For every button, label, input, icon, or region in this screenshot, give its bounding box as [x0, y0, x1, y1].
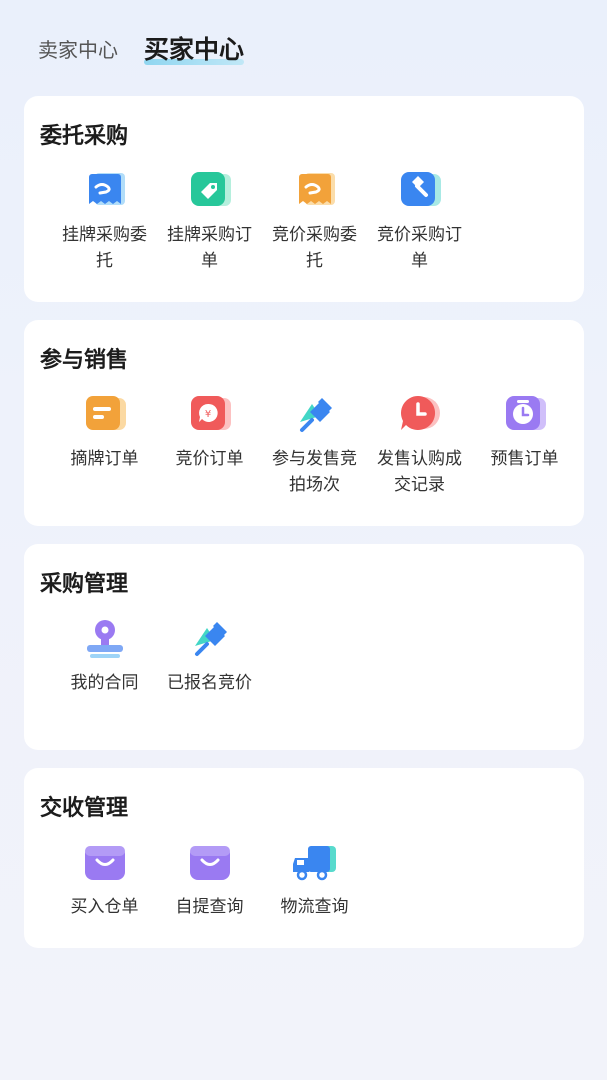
stamp-icon [82, 616, 128, 662]
menu-item-label: 挂牌采购委托 [62, 225, 147, 271]
yuan-chat-icon: ¥ [187, 392, 233, 438]
orange-ticket-icon [292, 168, 338, 214]
alarm-clock-icon [502, 392, 548, 438]
pushpin-icon [187, 616, 233, 662]
section-title: 委托采购 [40, 124, 129, 149]
menu-item-label: 挂牌采购订单 [167, 225, 252, 271]
menu-item-bidding-order[interactable]: ¥ 竞价订单 [157, 392, 262, 498]
menu-item-label: 已报名竞价 [167, 673, 252, 693]
menu-item-self-pickup-query[interactable]: 自提查询 [157, 840, 262, 920]
section-participate-sales: 参与销售 摘牌订单 ¥ 竞价订单 参与发售竞拍场次 发售认购成交记录 预售订单 [24, 320, 584, 526]
menu-item-label: 买入仓单 [70, 897, 139, 917]
clock-chat-icon [397, 392, 443, 438]
blue-ticket-icon [82, 168, 128, 214]
section-delivery-management: 交收管理 买入仓单 自提查询 物流查询 [24, 768, 584, 948]
menu-item-logistics-query[interactable]: 物流查询 [262, 840, 367, 920]
menu-item-bought-warehouse-receipts[interactable]: 买入仓单 [52, 840, 157, 920]
menu-item-label: 预售订单 [490, 449, 559, 469]
menu-item-registered-bidding[interactable]: 已报名竞价 [157, 616, 262, 696]
section-entrusted-purchase: 委托采购 挂牌采购委托 挂牌采购订单 竞价采购委托 竞价采购订单 [24, 96, 584, 302]
menu-item-label: 竞价采购委托 [272, 225, 357, 271]
menu-item-my-contracts[interactable]: 我的合同 [52, 616, 157, 696]
pushpin-icon [292, 392, 338, 438]
menu-item-bidding-purchase-entrust[interactable]: 竞价采购委托 [262, 168, 367, 274]
tab-buyer-center-label: 买家中心 [144, 35, 245, 64]
truck-icon [292, 840, 338, 886]
tab-seller-center[interactable]: 卖家中心 [38, 30, 118, 70]
section-purchase-management: 采购管理 我的合同 已报名竞价 [24, 544, 584, 750]
menu-item-label: 我的合同 [70, 673, 139, 693]
menu-item-sale-auction-sessions[interactable]: 参与发售竞拍场次 [262, 392, 367, 498]
menu-item-label: 竞价订单 [175, 449, 244, 469]
menu-item-listing-purchase-entrust[interactable]: 挂牌采购委托 [52, 168, 157, 274]
menu-item-label: 物流查询 [280, 897, 349, 917]
menu-item-label: 发售认购成交记录 [377, 449, 462, 495]
menu-item-delisting-order[interactable]: 摘牌订单 [52, 392, 157, 498]
menu-item-listing-purchase-order[interactable]: 挂牌采购订单 [157, 168, 262, 274]
svg-text:¥: ¥ [204, 409, 210, 420]
header-tabs: 卖家中心 买家中心 [38, 30, 245, 70]
shopping-bag-icon [187, 840, 233, 886]
menu-item-sale-subscription-records[interactable]: 发售认购成交记录 [367, 392, 472, 498]
document-icon [82, 392, 128, 438]
section-title: 交收管理 [40, 796, 129, 821]
green-tag-icon [187, 168, 233, 214]
menu-item-label: 竞价采购订单 [377, 225, 462, 271]
menu-item-label: 参与发售竞拍场次 [272, 449, 357, 495]
menu-item-label: 摘牌订单 [70, 449, 139, 469]
tab-buyer-center[interactable]: 买家中心 [144, 30, 245, 70]
section-title: 参与销售 [40, 348, 129, 373]
menu-item-presale-order[interactable]: 预售订单 [472, 392, 577, 498]
section-title: 采购管理 [40, 572, 129, 597]
menu-item-label: 自提查询 [175, 897, 244, 917]
gavel-icon [397, 168, 443, 214]
menu-item-bidding-purchase-order[interactable]: 竞价采购订单 [367, 168, 472, 274]
shopping-bag-icon [82, 840, 128, 886]
